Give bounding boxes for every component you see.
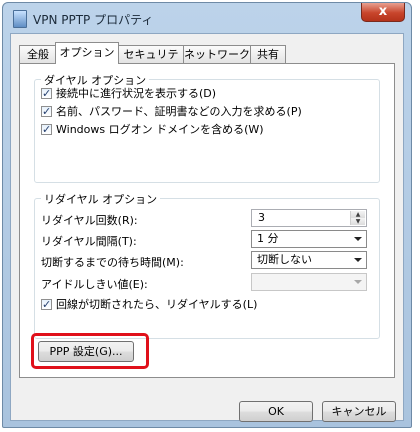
show-progress-label: 接続中に進行状況を表示する(D) <box>56 87 217 100</box>
check-mark-icon: ✓ <box>42 298 52 311</box>
title-bar[interactable]: VPN PPTP プロパティ x <box>3 3 411 33</box>
tab-options[interactable]: オプション <box>55 42 119 64</box>
idle-threshold-select <box>251 273 367 291</box>
prompt-credentials-label: 名前、パスワード、証明書などの入力を求める(P) <box>56 105 302 118</box>
redial-attempts-input[interactable]: 3 ▲ ▼ <box>251 209 367 227</box>
close-button[interactable]: x <box>361 3 405 22</box>
redial-attempts-label: リダイヤル回数(R): <box>41 214 138 227</box>
include-domain-checkbox-row[interactable]: ✓ Windows ログオン ドメインを含める(W) <box>41 122 264 138</box>
highlight-annotation <box>31 333 149 369</box>
redial-on-drop-checkbox[interactable]: ✓ <box>41 298 52 311</box>
show-progress-checkbox-row[interactable]: ✓ 接続中に進行状況を表示する(D) <box>41 86 216 102</box>
dial-options-group: ダイヤル オプション ✓ 接続中に進行状況を表示する(D) ✓ 名前、パスワード、証… <box>34 72 380 183</box>
options-tab-panel: ダイヤル オプション ✓ 接続中に進行状況を表示する(D) ✓ 名前、パスワード、証… <box>19 63 395 378</box>
redial-attempts-spinner[interactable]: ▲ ▼ <box>350 211 365 225</box>
redial-interval-select[interactable]: 1 分 <box>251 230 367 248</box>
idle-hangup-select[interactable]: 切断しない <box>251 251 367 269</box>
redial-options-group: リダイヤル オプション リダイヤル回数(R): 3 ▲ ▼ リダイヤル間隔(T)… <box>34 191 380 339</box>
idle-threshold-label: アイドルしきい値(E): <box>41 278 148 291</box>
idle-hangup-value: 切断しない <box>257 253 312 266</box>
redial-on-drop-label: 回線が切断されたら、リダイヤルする(L) <box>56 298 258 311</box>
show-progress-checkbox[interactable]: ✓ <box>41 87 52 100</box>
redial-attempts-value: 3 <box>258 211 265 224</box>
tab-security[interactable]: セキュリティ <box>118 45 184 78</box>
redial-interval-value: 1 分 <box>257 232 279 245</box>
tab-network[interactable]: ネットワーク <box>183 45 251 63</box>
chevron-down-icon <box>354 237 362 241</box>
cancel-button[interactable]: キャンセル <box>322 401 396 422</box>
check-mark-icon: ✓ <box>42 123 52 136</box>
chevron-down-icon <box>354 258 362 262</box>
redial-on-drop-checkbox-row[interactable]: ✓ 回線が切断されたら、リダイヤルする(L) <box>41 297 257 313</box>
tab-general[interactable]: 全般 <box>19 45 57 63</box>
window-title: VPN PPTP プロパティ <box>33 13 154 27</box>
ok-button[interactable]: OK <box>239 401 313 422</box>
idle-hangup-label: 切断するまでの待ち時間(M): <box>41 256 184 269</box>
spin-up-icon[interactable]: ▲ <box>351 211 365 218</box>
redial-options-legend: リダイヤル オプション <box>41 191 161 207</box>
include-domain-label: Windows ログオン ドメインを含める(W) <box>56 123 264 136</box>
prompt-credentials-checkbox[interactable]: ✓ <box>41 105 52 118</box>
tab-sharing[interactable]: 共有 <box>250 45 286 63</box>
include-domain-checkbox[interactable]: ✓ <box>41 123 52 136</box>
spin-down-icon[interactable]: ▼ <box>351 218 365 225</box>
check-mark-icon: ✓ <box>42 87 52 100</box>
chevron-down-icon <box>354 280 362 284</box>
check-mark-icon: ✓ <box>42 105 52 118</box>
redial-interval-label: リダイヤル間隔(T): <box>41 235 137 248</box>
network-connection-icon <box>13 10 27 28</box>
prompt-credentials-checkbox-row[interactable]: ✓ 名前、パスワード、証明書などの入力を求める(P) <box>41 104 302 120</box>
